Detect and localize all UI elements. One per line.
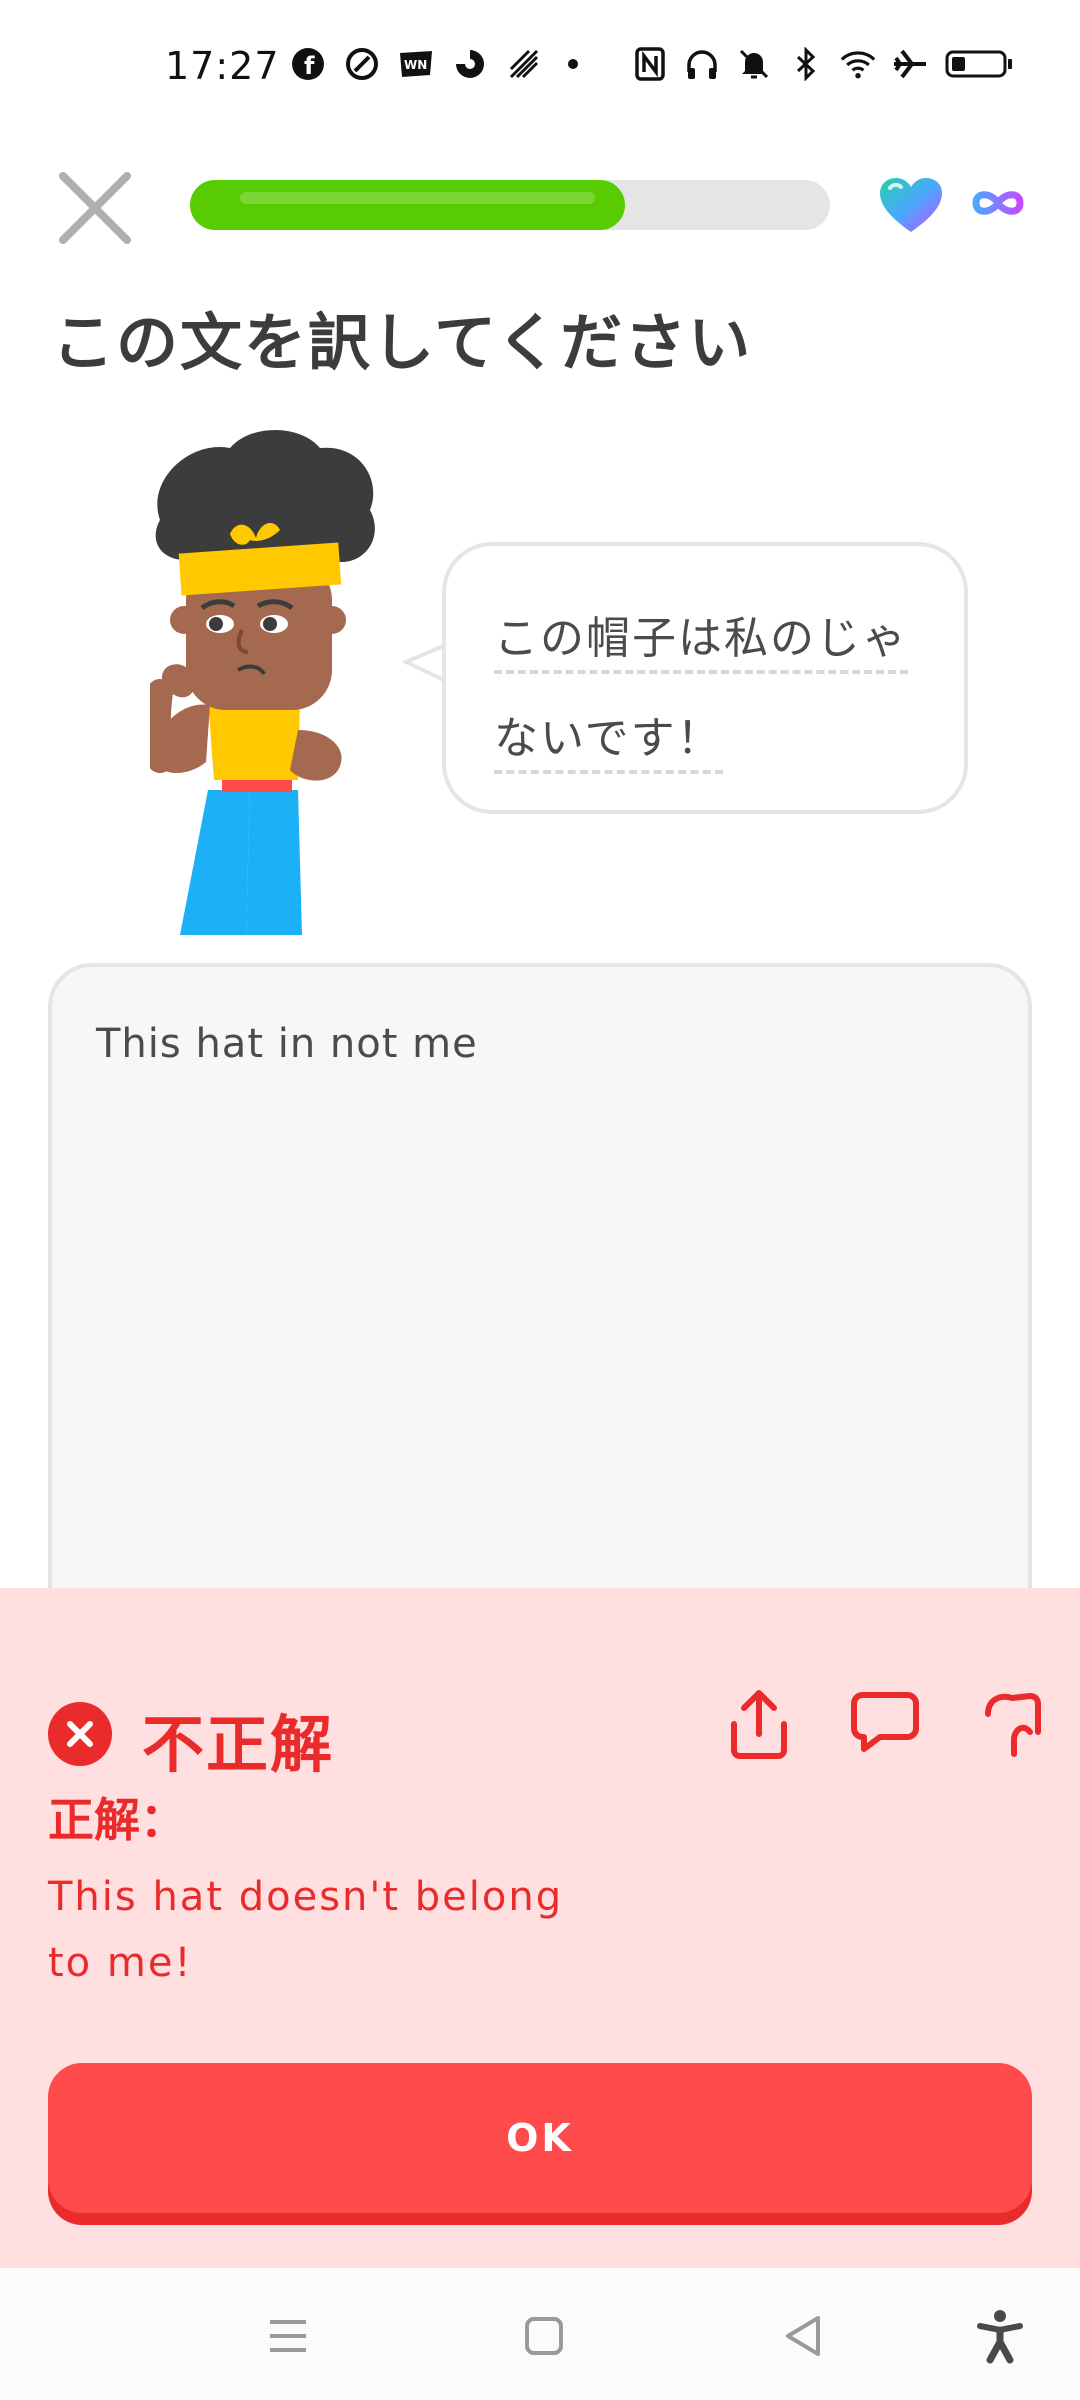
battery-icon [944, 46, 1014, 82]
report-button[interactable] [976, 1688, 1046, 1760]
flag-icon [985, 1693, 1041, 1757]
answer-text: This hat in not me [96, 1021, 478, 1067]
speech-bubble: この帽子は私のじゃ ないです！ [442, 542, 968, 814]
character-illustration [144, 430, 410, 965]
status-time: 17:27 [165, 44, 280, 88]
accessibility-icon [977, 2310, 1023, 2364]
home-button[interactable] [516, 2308, 572, 2364]
comment-icon [851, 1691, 919, 1752]
incorrect-feedback-panel: 不正解 正解： This hat doesn't belong to me! O… [0, 1588, 1080, 2268]
back-button[interactable] [776, 2308, 832, 2364]
back-triangle-icon [786, 2316, 820, 2356]
share-button[interactable] [724, 1688, 794, 1760]
status-bar: 17:27 f WN [0, 0, 1080, 130]
lesson-progress-bar [190, 180, 830, 230]
app-icon [344, 46, 380, 82]
heart-icon[interactable] [878, 176, 944, 234]
notification-icons: f WN [290, 46, 586, 82]
more-notifications-dot [568, 59, 578, 69]
accessibility-button[interactable] [972, 2308, 1028, 2364]
app-swirl-icon [452, 46, 488, 82]
wifi-icon [840, 46, 876, 82]
close-icon [59, 172, 131, 244]
airplane-icon [892, 46, 928, 82]
progress-fill [190, 180, 625, 230]
incorrect-icon [48, 1702, 112, 1766]
close-lesson-button[interactable] [55, 168, 135, 248]
news-icon: WN [398, 46, 434, 82]
facebook-icon: f [290, 46, 326, 82]
feedback-actions [724, 1688, 1046, 1760]
comment-button[interactable] [850, 1688, 920, 1760]
ok-button[interactable]: OK [48, 2063, 1032, 2213]
bluetooth-icon [788, 46, 824, 82]
prompt-text-line-2[interactable]: ないです！ [494, 702, 723, 774]
lesson-screen: 17:27 f WN この文を訳してください この帽子は私のじゃ ないです！ T… [0, 0, 1080, 2400]
recent-apps-button[interactable] [260, 2308, 316, 2364]
feedback-title: 不正解 [142, 1708, 335, 1781]
mute-icon [736, 46, 772, 82]
infinity-icon [970, 185, 1026, 221]
menu-icon [270, 2320, 306, 2352]
progress-shine [240, 192, 595, 204]
nfc-icon [632, 46, 668, 82]
correct-answer-label: 正解： [48, 1793, 186, 1847]
system-navigation-bar [0, 2268, 1080, 2400]
square-icon [525, 2317, 563, 2355]
exercise-instruction: この文を訳してください [52, 306, 753, 379]
system-icons [632, 46, 1014, 82]
svg-text:WN: WN [404, 58, 427, 72]
app-signal-icon [506, 46, 542, 82]
correct-answer-text: This hat doesn't belong to me! [48, 1874, 564, 1986]
share-icon [731, 1690, 787, 1759]
headphones-icon [684, 46, 720, 82]
prompt-text-line-1[interactable]: この帽子は私のじゃ [494, 602, 908, 674]
svg-text:f: f [304, 52, 315, 80]
